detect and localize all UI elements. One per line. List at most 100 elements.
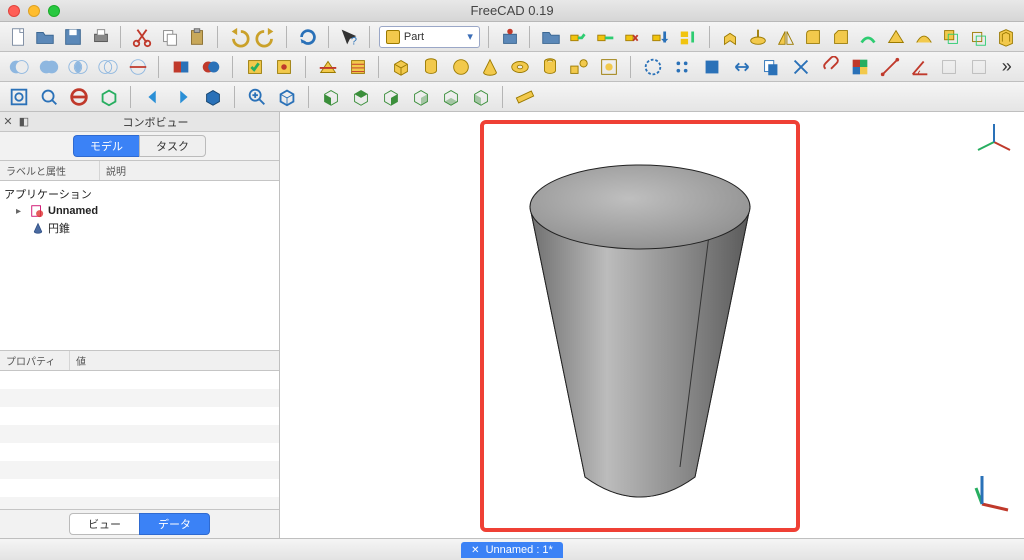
tube-icon[interactable] — [537, 54, 563, 80]
cone-shape — [500, 137, 780, 517]
new-icon[interactable] — [6, 24, 30, 50]
view-rear-icon[interactable] — [408, 84, 434, 110]
offset3d-icon[interactable] — [939, 24, 963, 50]
panel-close-icon[interactable]: ✕ — [0, 115, 16, 128]
loft-icon[interactable] — [884, 24, 908, 50]
attachment-icon[interactable] — [818, 54, 844, 80]
property-list[interactable] — [0, 371, 279, 509]
view-left-icon[interactable] — [468, 84, 494, 110]
points-from-mesh-icon[interactable] — [669, 54, 695, 80]
box-icon[interactable] — [388, 54, 414, 80]
cone-prim-icon[interactable] — [477, 54, 503, 80]
zoom-in-icon[interactable] — [244, 84, 270, 110]
measure-linear-icon[interactable] — [877, 54, 903, 80]
section-icon[interactable] — [315, 54, 341, 80]
paste-icon[interactable] — [185, 24, 209, 50]
whatsthis-icon[interactable]: ? — [337, 24, 361, 50]
document-tab-close-icon[interactable]: ✕ — [471, 545, 479, 556]
tab-view[interactable]: ビュー — [69, 513, 139, 535]
fit-all-icon[interactable] — [6, 84, 32, 110]
thickness-icon[interactable] — [994, 24, 1018, 50]
primitives-icon[interactable] — [566, 54, 592, 80]
fillet-icon[interactable] — [801, 24, 825, 50]
link-relative-icon[interactable] — [594, 24, 618, 50]
refine-shape-icon[interactable] — [788, 54, 814, 80]
measure-refresh-icon[interactable] — [936, 54, 962, 80]
offset2d-icon[interactable] — [967, 24, 991, 50]
draw-style-icon[interactable] — [66, 84, 92, 110]
compound-filter-icon[interactable] — [198, 54, 224, 80]
bool-union-icon[interactable] — [36, 54, 62, 80]
link-replace-icon[interactable] — [622, 24, 646, 50]
window-title: FreeCAD 0.19 — [0, 3, 1024, 18]
cut-icon[interactable] — [130, 24, 154, 50]
link-make-icon[interactable] — [567, 24, 591, 50]
tree-item-cone[interactable]: 円錐 — [4, 219, 275, 237]
link-group-icon[interactable] — [677, 24, 701, 50]
sphere-icon[interactable] — [448, 54, 474, 80]
chamfer-icon[interactable] — [829, 24, 853, 50]
open-icon[interactable] — [34, 24, 58, 50]
sweep-icon[interactable] — [912, 24, 936, 50]
mirror-icon[interactable] — [774, 24, 798, 50]
fit-selection-icon[interactable] — [36, 84, 62, 110]
simple-copy-icon[interactable] — [758, 54, 784, 80]
save-icon[interactable] — [61, 24, 85, 50]
tree-root[interactable]: アプリケーション — [4, 185, 275, 203]
view-front-icon[interactable] — [318, 84, 344, 110]
bounding-box-icon[interactable] — [96, 84, 122, 110]
shape-from-mesh-icon[interactable] — [640, 54, 666, 80]
panel-undock-icon[interactable]: ◧ — [16, 115, 32, 128]
copy-icon[interactable] — [158, 24, 182, 50]
bool-fragments-icon[interactable] — [95, 54, 121, 80]
convert-to-solid-icon[interactable] — [699, 54, 725, 80]
tab-task[interactable]: タスク — [139, 135, 206, 157]
nav-back-icon[interactable] — [140, 84, 166, 110]
print-icon[interactable] — [89, 24, 113, 50]
nav-forward-icon[interactable] — [170, 84, 196, 110]
reverse-shape-icon[interactable] — [729, 54, 755, 80]
link-import-icon[interactable] — [650, 24, 674, 50]
extrude-icon[interactable] — [719, 24, 743, 50]
macro-record-icon[interactable] — [498, 24, 522, 50]
folder-icon[interactable] — [539, 24, 563, 50]
torus-icon[interactable] — [507, 54, 533, 80]
document-tab[interactable]: ✕ Unnamed : 1* — [461, 542, 563, 558]
toolbar-file: ? Part ▾ — [0, 22, 1024, 52]
ruled-icon[interactable] — [857, 24, 881, 50]
tree-document-label: Unnamed — [48, 205, 98, 217]
tab-model[interactable]: モデル — [73, 135, 139, 157]
document-icon — [30, 204, 44, 218]
defeaturing-icon[interactable] — [271, 54, 297, 80]
redo-icon[interactable] — [254, 24, 278, 50]
tree-twisty-icon[interactable]: ▸ — [16, 206, 26, 217]
cylinder-icon[interactable] — [418, 54, 444, 80]
measure-angular-icon[interactable] — [907, 54, 933, 80]
3d-viewport[interactable] — [280, 112, 1024, 538]
view-right-icon[interactable] — [378, 84, 404, 110]
toolbar-overflow-icon[interactable]: » — [996, 56, 1018, 77]
check-geometry-icon[interactable] — [242, 54, 268, 80]
view-top-icon[interactable] — [348, 84, 374, 110]
color-per-face-icon[interactable] — [847, 54, 873, 80]
bool-common-icon[interactable] — [65, 54, 91, 80]
tree-document[interactable]: ▸ Unnamed — [4, 203, 275, 219]
workbench-label: Part — [404, 31, 424, 43]
compound-icon[interactable] — [168, 54, 194, 80]
tree-root-label: アプリケーション — [4, 186, 92, 202]
revolve-icon[interactable] — [746, 24, 770, 50]
model-tree[interactable]: アプリケーション ▸ Unnamed 円錐 — [0, 181, 279, 351]
measure-distance-icon[interactable] — [512, 84, 538, 110]
link-navigation-icon[interactable] — [200, 84, 226, 110]
builder-icon[interactable] — [596, 54, 622, 80]
bool-cut-icon[interactable] — [6, 54, 32, 80]
tab-data[interactable]: データ — [139, 513, 210, 535]
bool-slice-icon[interactable] — [125, 54, 151, 80]
undo-icon[interactable] — [227, 24, 251, 50]
view-bottom-icon[interactable] — [438, 84, 464, 110]
measure-clear-icon[interactable] — [966, 54, 992, 80]
refresh-icon[interactable] — [296, 24, 320, 50]
isometric-icon[interactable] — [274, 84, 300, 110]
workbench-selector[interactable]: Part ▾ — [379, 26, 480, 48]
cross-sections-icon[interactable] — [345, 54, 371, 80]
